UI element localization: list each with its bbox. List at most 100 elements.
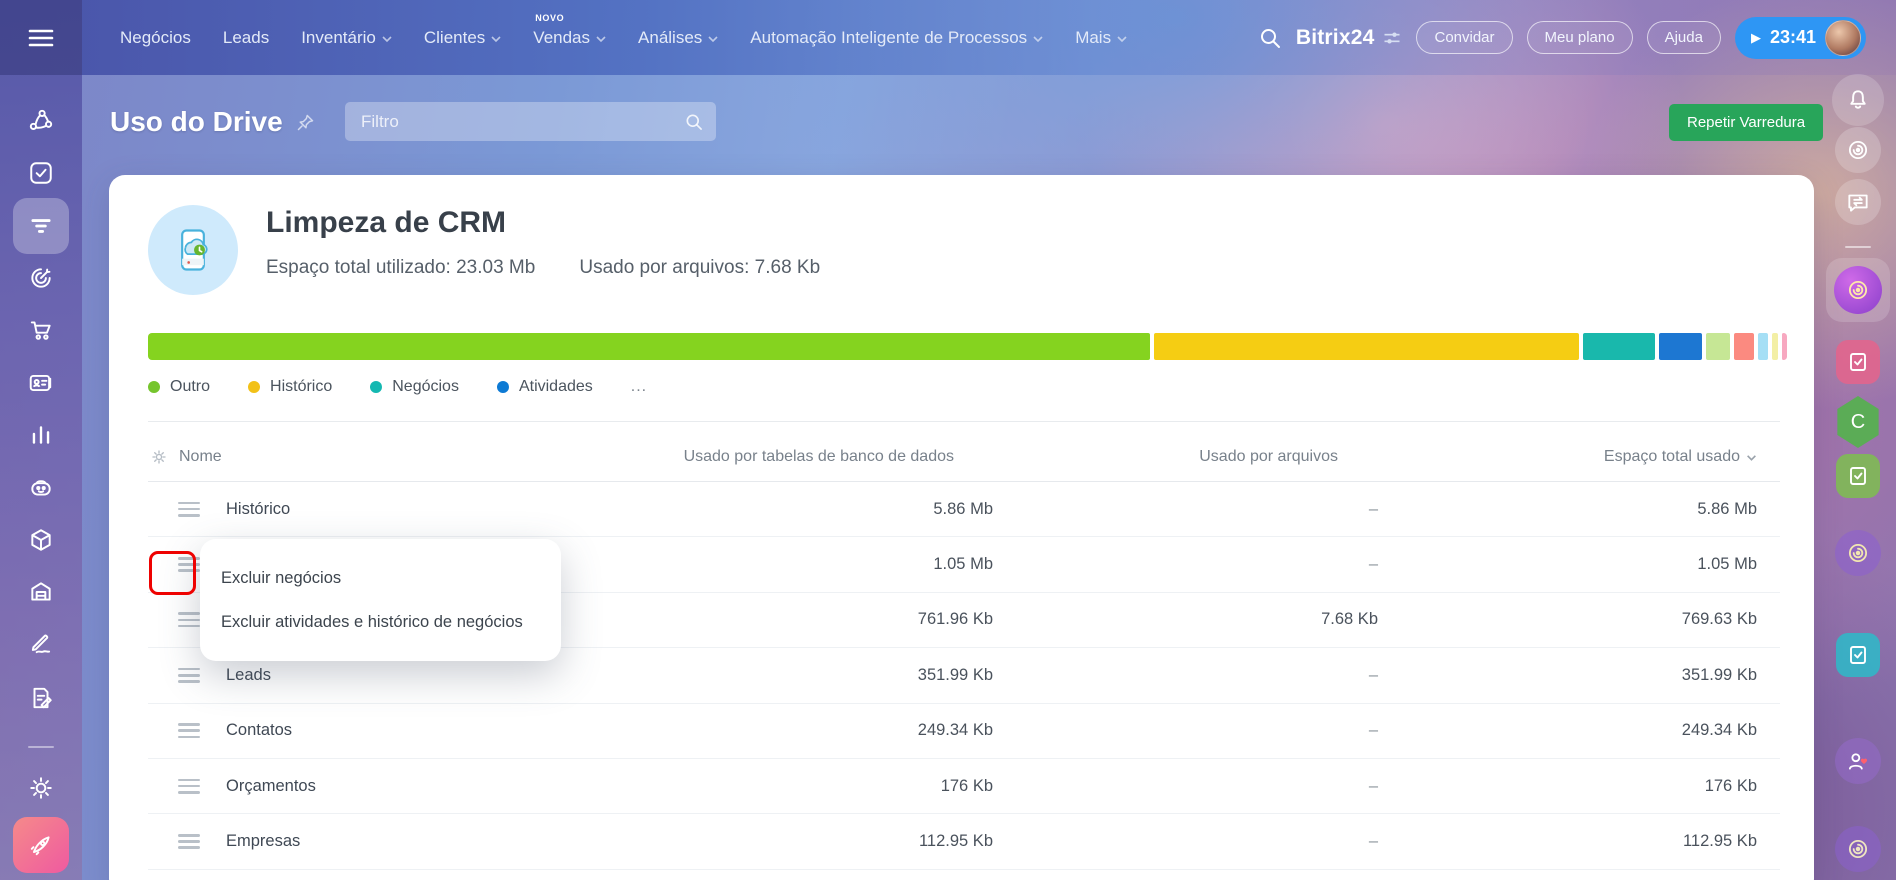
nav-item-mais[interactable]: Mais <box>1075 28 1127 48</box>
play-icon: ▶ <box>1751 30 1761 46</box>
usage-segment-outro[interactable] <box>148 333 1150 360</box>
pin-icon[interactable] <box>295 112 316 133</box>
inventory-box-icon[interactable] <box>28 527 54 553</box>
settings-gear-icon[interactable] <box>28 775 54 801</box>
main-nav: Negócios Leads Inventário Clientes NOVO … <box>120 28 1127 48</box>
brand-bitrix24[interactable]: Bitrix24 <box>1296 26 1403 50</box>
usage-segment-negócios[interactable] <box>1583 333 1655 360</box>
legend-item-atividades: Atividades <box>497 378 593 396</box>
nav-item-negocios[interactable]: Negócios <box>120 28 191 48</box>
nav-item-automacao[interactable]: Automação Inteligente de Processos <box>750 28 1043 48</box>
collab-network-icon[interactable] <box>28 108 54 134</box>
copilot-main-button[interactable] <box>1826 258 1890 322</box>
rescan-button[interactable]: Repetir Varredura <box>1669 104 1823 141</box>
hamburger-icon <box>27 27 55 49</box>
nav-item-clientes[interactable]: Clientes <box>424 28 501 48</box>
tasks-icon[interactable] <box>28 160 54 186</box>
legend-dot <box>248 381 260 393</box>
col-files: Usado por arquivos <box>993 448 1378 466</box>
usage-segment[interactable] <box>1782 333 1787 360</box>
shop-cart-icon[interactable] <box>28 317 54 343</box>
total-used-stat: Espaço total utilizado: 23.03 Mb <box>266 257 535 279</box>
chevron-down-icon <box>1033 34 1043 44</box>
warehouse-icon[interactable] <box>28 579 54 605</box>
drag-handle-icon[interactable] <box>178 834 200 849</box>
tasks-widget-pink-icon[interactable] <box>1836 340 1880 384</box>
copilot-swirl-icon[interactable] <box>1835 530 1881 576</box>
search-icon[interactable] <box>1258 26 1282 50</box>
sign-pen-icon[interactable] <box>28 631 54 657</box>
usage-segment-histórico[interactable] <box>1154 333 1579 360</box>
copilot-swirl-icon[interactable] <box>1835 826 1881 872</box>
device-cloud-icon <box>167 224 219 276</box>
contact-center-icon[interactable] <box>28 370 54 396</box>
drag-handle-icon[interactable] <box>178 557 200 572</box>
context-menu: Excluir negócios Excluir atividades e hi… <box>200 539 561 661</box>
sign-c-badge[interactable]: C <box>1834 396 1882 448</box>
nav-item-inventario[interactable]: Inventário <box>301 28 392 48</box>
chevron-down-icon <box>1117 34 1127 44</box>
chevron-down-icon <box>491 34 501 44</box>
drive-section-title: Limpeza de CRM <box>266 206 506 240</box>
rocket-icon <box>28 832 54 858</box>
page-title: Uso do Drive <box>110 106 316 138</box>
my-plan-button[interactable]: Meu plano <box>1527 21 1633 54</box>
legend-more: ... <box>631 378 647 396</box>
usage-segment[interactable] <box>1772 333 1778 360</box>
nav-item-vendas[interactable]: NOVO Vendas <box>533 28 606 48</box>
chat-transfer-icon[interactable] <box>1835 179 1881 225</box>
usage-segment[interactable] <box>1758 333 1769 360</box>
nav-item-analises[interactable]: Análises <box>638 28 718 48</box>
table-row[interactable]: Histórico 5.86 Mb – 5.86 Mb <box>148 482 1780 537</box>
sliders-icon <box>1382 28 1402 48</box>
table-row[interactable]: Orçamentos 176 Kb – 176 Kb <box>148 759 1780 814</box>
col-name: Nome <box>179 448 222 466</box>
analytics-chart-icon[interactable] <box>28 422 54 448</box>
drag-handle-icon[interactable] <box>178 723 200 738</box>
menu-item-excluir-atividades[interactable]: Excluir atividades e histórico de negóci… <box>200 600 561 644</box>
crm-funnel-icon[interactable] <box>28 213 54 239</box>
table-row[interactable]: Empresas 112.95 Kb – 112.95 Kb <box>148 814 1780 869</box>
chevron-down-icon <box>382 34 392 44</box>
filter-input[interactable] <box>361 112 684 132</box>
gear-icon[interactable] <box>150 448 168 466</box>
copilot-swirl-icon <box>1845 277 1871 303</box>
legend-dot <box>497 381 509 393</box>
usage-segment-atividades[interactable] <box>1659 333 1702 360</box>
documents-icon[interactable] <box>28 685 54 711</box>
menu-item-excluir-negocios[interactable]: Excluir negócios <box>200 556 561 600</box>
help-button[interactable]: Ajuda <box>1647 21 1721 54</box>
storage-usage-bar <box>148 333 1787 360</box>
rail-divider <box>1845 246 1871 248</box>
novo-badge: NOVO <box>535 13 564 23</box>
timer-value: 23:41 <box>1770 27 1816 48</box>
hamburger-menu-button[interactable] <box>0 0 82 75</box>
drag-handle-icon[interactable] <box>178 502 200 517</box>
drag-handle-icon[interactable] <box>178 779 200 794</box>
ai-robot-icon[interactable] <box>28 474 54 500</box>
drive-cleanup-avatar <box>148 205 238 295</box>
sidebar-divider <box>28 746 54 748</box>
copilot-swirl-icon[interactable] <box>1835 127 1881 173</box>
page-header: Uso do Drive Repetir Varredura <box>82 75 1896 175</box>
marketing-target-icon[interactable] <box>28 265 54 291</box>
nav-item-leads[interactable]: Leads <box>223 28 269 48</box>
usage-segment[interactable] <box>1734 333 1754 360</box>
drag-handle-icon[interactable] <box>178 668 200 683</box>
client-love-icon[interactable] <box>1835 738 1881 784</box>
filter-search-box <box>345 102 716 141</box>
drag-handle-icon[interactable] <box>178 612 200 627</box>
notifications-bell-icon[interactable] <box>1832 74 1884 126</box>
tasks-widget-teal-icon[interactable] <box>1836 633 1880 677</box>
table-row[interactable]: Contatos 249.34 Kb – 249.34 Kb <box>148 704 1780 759</box>
used-by-files-stat: Usado por arquivos: 7.68 Kb <box>579 257 820 279</box>
right-widget-rail: C <box>1826 0 1890 880</box>
usage-segment[interactable] <box>1706 333 1731 360</box>
upgrade-rocket-button[interactable] <box>13 817 69 873</box>
col-total-sort[interactable]: Espaço total usado <box>1378 448 1780 466</box>
chevron-down-icon <box>596 34 606 44</box>
table-header: Nome Usado por tabelas de banco de dados… <box>148 422 1780 482</box>
tasks-widget-green-icon[interactable] <box>1836 454 1880 498</box>
invite-button[interactable]: Convidar <box>1416 21 1512 54</box>
search-icon[interactable] <box>684 112 704 132</box>
